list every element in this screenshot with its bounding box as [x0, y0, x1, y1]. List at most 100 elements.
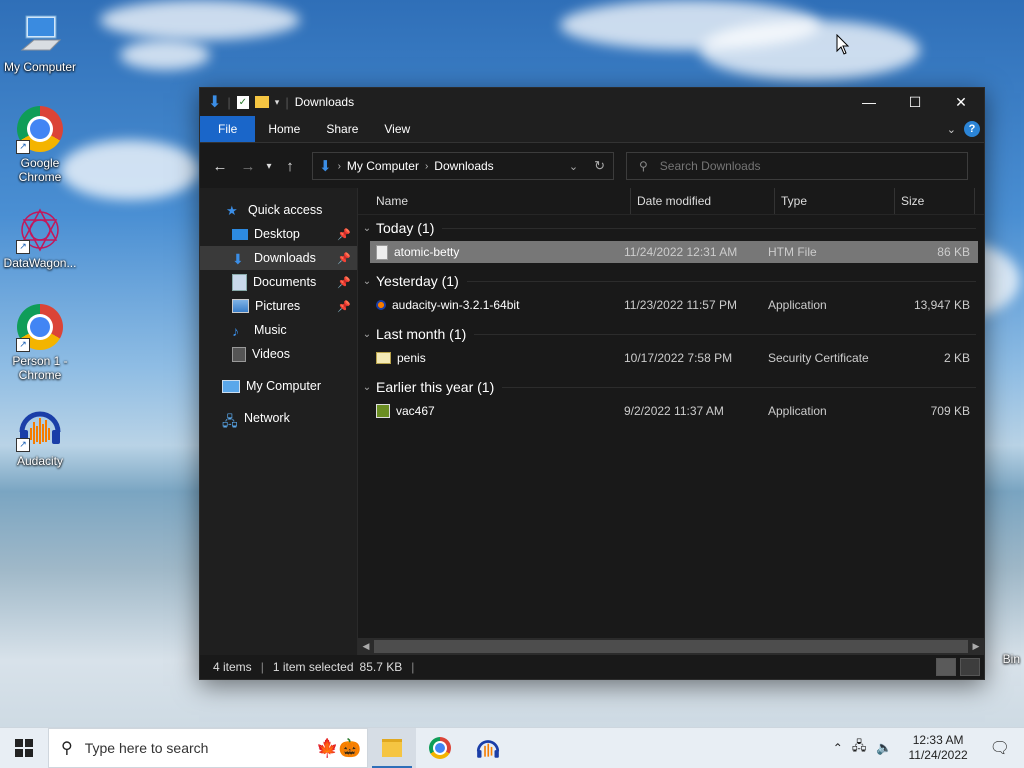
- maximize-button[interactable]: ☐: [892, 88, 938, 116]
- notifications-icon[interactable]: 🗨: [978, 738, 1024, 758]
- group-header-yesterday[interactable]: ⌄ Yesterday (1): [358, 268, 984, 294]
- chevron-down-icon: ⌄: [362, 381, 372, 393]
- sidebar-item-label: Downloads: [254, 251, 316, 265]
- taskbar-audacity[interactable]: [464, 728, 512, 768]
- forward-button[interactable]: →: [234, 158, 262, 175]
- folder-icon: [382, 739, 402, 757]
- sidebar-item-pictures[interactable]: Pictures 📌: [200, 294, 357, 318]
- mouse-cursor-icon: [836, 34, 850, 55]
- status-bar: 4 items | 1 item selected 85.7 KB |: [200, 655, 984, 679]
- chrome-icon: [429, 737, 451, 759]
- volume-icon[interactable]: 🔈: [870, 740, 898, 756]
- pin-icon[interactable]: 📌: [337, 276, 351, 289]
- recent-locations-chevron-icon[interactable]: ▾: [262, 161, 276, 172]
- taskbar-chrome[interactable]: [416, 728, 464, 768]
- column-header-date[interactable]: Date modified: [631, 188, 775, 214]
- file-explorer-window: ⬇ | ✓ ▾ | Downloads — ☐ ✕ File Home Shar…: [199, 87, 985, 680]
- sidebar-item-videos[interactable]: Videos: [200, 342, 357, 366]
- quick-access-dropdown-icon[interactable]: ▾: [275, 97, 280, 108]
- desktop-icon-person1-chrome[interactable]: ↗ Person 1 - Chrome: [0, 304, 80, 382]
- group-title: Last month (1): [376, 326, 467, 342]
- sidebar-item-music[interactable]: ♪ Music: [200, 318, 357, 342]
- scrollbar-thumb[interactable]: [374, 640, 968, 653]
- file-row-audacity-installer[interactable]: audacity-win-3.2.1-64bit 11/23/2022 11:5…: [370, 294, 978, 316]
- show-hidden-icons-chevron-icon[interactable]: ⌃: [828, 741, 848, 755]
- back-button[interactable]: ←: [206, 158, 234, 175]
- address-dropdown-icon[interactable]: ⌄: [569, 160, 578, 173]
- chevron-down-icon: ⌄: [362, 275, 372, 287]
- column-header-name[interactable]: Name: [358, 188, 631, 214]
- file-row-certificate[interactable]: penis 10/17/2022 7:58 PM Security Certif…: [370, 347, 978, 369]
- chrome-icon: ↗: [16, 304, 64, 352]
- taskbar-search-box[interactable]: ⚲ Type here to search 🍁🎃: [48, 728, 368, 768]
- pin-icon[interactable]: 📌: [337, 252, 351, 265]
- group-header-last-month[interactable]: ⌄ Last month (1): [358, 321, 984, 347]
- taskbar-file-explorer[interactable]: [368, 728, 416, 768]
- sidebar-item-documents[interactable]: Documents 📌: [200, 270, 357, 294]
- search-input[interactable]: [657, 158, 942, 174]
- computer-icon: [16, 10, 64, 58]
- group-header-earlier-this-year[interactable]: ⌄ Earlier this year (1): [358, 374, 984, 400]
- start-button[interactable]: [0, 728, 48, 768]
- desktop-icon-datawagon[interactable]: ↗ DataWagon...: [0, 206, 80, 270]
- tab-file[interactable]: File: [200, 116, 256, 142]
- file-row-vac467[interactable]: vac467 9/2/2022 11:37 AM Application 709…: [370, 400, 978, 422]
- search-box[interactable]: ⚲: [626, 152, 968, 180]
- tab-share[interactable]: Share: [313, 116, 371, 142]
- address-bar[interactable]: ⬇ › My Computer › Downloads ⌄ ↻: [312, 152, 614, 180]
- network-icon[interactable]: 🖧: [848, 737, 871, 759]
- clock[interactable]: 12:33 AM 11/24/2022: [899, 733, 978, 763]
- help-icon[interactable]: ?: [964, 121, 980, 137]
- desktop-icon-google-chrome[interactable]: ↗ Google Chrome: [0, 106, 80, 184]
- horizontal-scrollbar[interactable]: ◀ ▶: [358, 638, 984, 655]
- sidebar-item-network[interactable]: 🖧 Network: [200, 406, 357, 430]
- large-icons-view-button[interactable]: [960, 658, 980, 676]
- column-header-type[interactable]: Type: [775, 188, 895, 214]
- tab-home[interactable]: Home: [255, 116, 313, 142]
- shortcut-arrow-icon: ↗: [16, 240, 30, 254]
- expand-ribbon-icon[interactable]: ⌄: [947, 123, 956, 136]
- minimize-button[interactable]: —: [846, 88, 892, 116]
- navigation-bar: ← → ▾ ↑ ⬇ › My Computer › Downloads ⌄ ↻ …: [200, 143, 984, 189]
- sidebar-item-label: Network: [244, 411, 290, 425]
- breadcrumb-my-computer[interactable]: My Computer: [347, 159, 419, 173]
- videos-icon: [232, 346, 246, 362]
- scroll-right-icon[interactable]: ▶: [968, 641, 984, 652]
- column-headers: Name Date modified Type Size: [358, 188, 984, 215]
- sidebar-item-downloads[interactable]: ⬇ Downloads 📌: [200, 246, 357, 270]
- sidebar-item-quick-access[interactable]: ★ Quick access: [200, 198, 357, 222]
- column-header-size[interactable]: Size: [895, 188, 975, 214]
- file-row-atomic-betty[interactable]: atomic-betty 11/24/2022 12:31 AM HTM Fil…: [370, 241, 978, 263]
- chevron-down-icon: ⌄: [362, 328, 372, 340]
- up-button[interactable]: ↑: [276, 158, 304, 175]
- details-view-button[interactable]: [936, 658, 956, 676]
- sidebar-item-my-computer[interactable]: My Computer: [200, 374, 357, 398]
- pin-icon[interactable]: 📌: [337, 228, 351, 241]
- group-header-today[interactable]: ⌄ Today (1): [358, 215, 984, 241]
- selection-size: 85.7 KB: [359, 660, 403, 674]
- search-icon: ⚲: [61, 740, 73, 757]
- breadcrumb-separator-icon: ›: [337, 160, 341, 172]
- new-folder-icon[interactable]: [254, 96, 269, 108]
- desktop-icon-my-computer[interactable]: My Computer: [0, 10, 80, 74]
- scroll-left-icon[interactable]: ◀: [358, 641, 374, 652]
- file-date: 11/24/2022 12:31 AM: [624, 245, 738, 259]
- pin-icon[interactable]: 📌: [337, 300, 351, 313]
- desktop-icon-label: Audacity: [16, 454, 64, 468]
- refresh-icon[interactable]: ↻: [594, 158, 605, 174]
- desktop-icon-audacity[interactable]: ↗ Audacity: [0, 404, 80, 468]
- breadcrumb-separator-icon: ›: [424, 160, 429, 172]
- tab-view[interactable]: View: [371, 116, 423, 142]
- file-type: Application: [768, 404, 827, 418]
- file-size: 13,947 KB: [913, 298, 970, 312]
- downloads-icon: ⬇: [232, 251, 244, 267]
- audacity-icon: [476, 740, 500, 758]
- breadcrumb-downloads[interactable]: Downloads: [434, 159, 493, 173]
- sidebar-item-desktop[interactable]: Desktop 📌: [200, 222, 357, 246]
- desktop-icon-label: Person 1 - Chrome: [12, 354, 68, 382]
- close-button[interactable]: ✕: [938, 88, 984, 116]
- navigation-pane: ★ Quick access Desktop 📌 ⬇ Downloads 📌 D…: [200, 188, 358, 655]
- properties-icon[interactable]: ✓: [236, 95, 249, 109]
- sidebar-item-label: Videos: [252, 347, 290, 361]
- autumn-leaves-icon: 🍁🎃: [316, 737, 361, 758]
